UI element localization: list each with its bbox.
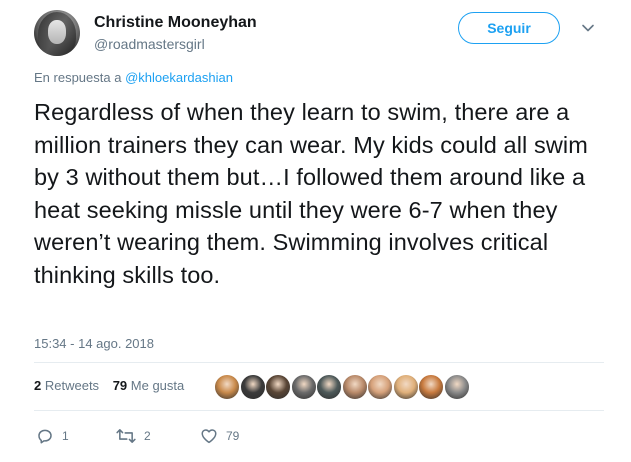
like-button[interactable]: 79 [200, 426, 239, 446]
divider [34, 410, 604, 411]
reply-count: 1 [62, 429, 69, 443]
liker-avatar[interactable] [290, 374, 317, 400]
liker-avatars [214, 374, 484, 402]
divider [34, 362, 604, 363]
retweets-label: Retweets [44, 378, 100, 393]
likes-count: 79 [112, 378, 128, 393]
liker-avatar[interactable] [367, 374, 393, 400]
reply-icon [38, 429, 52, 444]
likes-stat[interactable]: 79 Me gusta [113, 378, 185, 393]
tweet-header: Christine Mooneyhan @roadmastersgirl Seg… [34, 10, 604, 56]
tweet-stats: 2 Retweets 79 Me gusta [34, 378, 184, 393]
retweets-stat[interactable]: 2 Retweets [34, 378, 99, 393]
reply-context: En respuesta a @khloekardashian [34, 70, 233, 85]
retweet-count: 2 [144, 429, 151, 443]
liker-avatar[interactable] [239, 374, 266, 400]
tweet-timestamp[interactable]: 15:34 - 14 ago. 2018 [34, 336, 154, 351]
reply-mention-link[interactable]: @khloekardashian [125, 70, 233, 85]
reply-button[interactable]: 1 [36, 426, 69, 446]
retweet-icon [116, 429, 136, 443]
liker-avatar[interactable] [214, 374, 240, 400]
liker-avatar[interactable] [418, 374, 444, 400]
tweet-text: Regardless of when they learn to swim, t… [34, 99, 588, 288]
chevron-down-icon[interactable] [580, 20, 596, 36]
retweet-button[interactable]: 2 [116, 426, 151, 446]
like-count: 79 [226, 429, 240, 443]
liker-avatar[interactable] [443, 374, 470, 400]
reply-prefix: En respuesta a [34, 70, 122, 85]
author-avatar[interactable] [34, 10, 80, 56]
author-name[interactable]: Christine Mooneyhan [94, 14, 257, 32]
liker-avatar[interactable] [265, 374, 291, 400]
tweet-actions: 1 2 79 [34, 426, 334, 446]
author-handle[interactable]: @roadmastersgirl [94, 36, 205, 52]
heart-icon [201, 429, 217, 444]
liker-avatar[interactable] [392, 374, 419, 400]
liker-avatar[interactable] [341, 374, 368, 400]
retweets-count: 2 [34, 378, 42, 393]
likes-label: Me gusta [130, 378, 185, 393]
liker-avatar[interactable] [316, 374, 342, 400]
follow-button[interactable]: Seguir [458, 12, 560, 44]
